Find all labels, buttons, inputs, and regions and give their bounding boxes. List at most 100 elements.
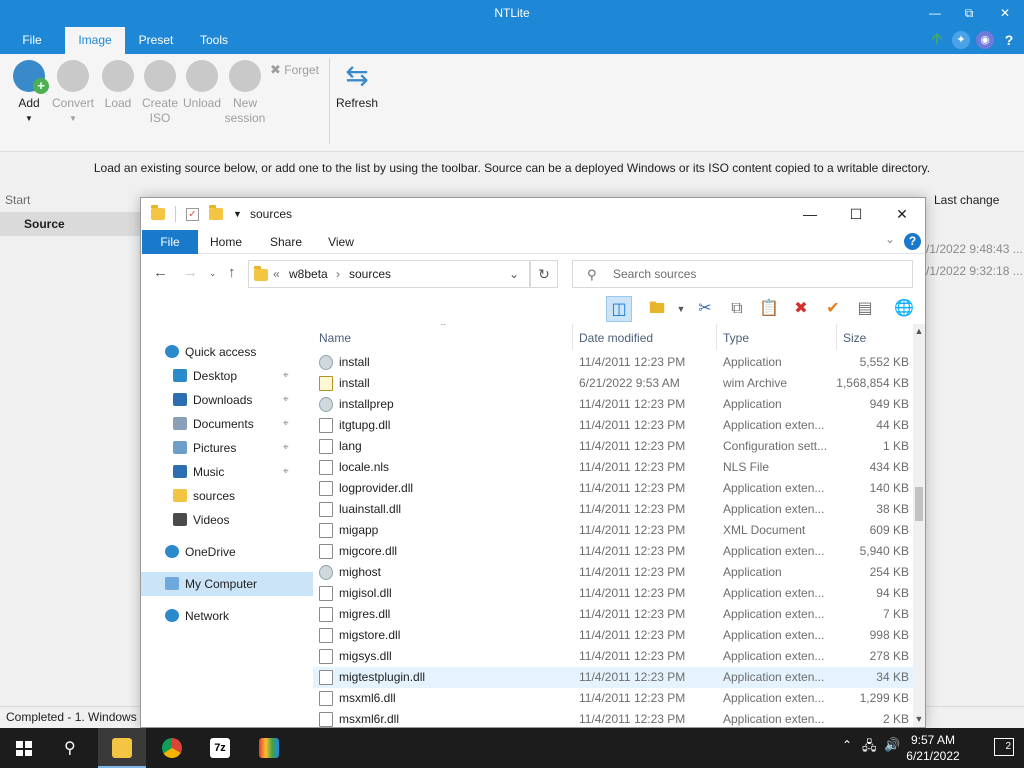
discord-icon[interactable]: ◉ bbox=[976, 31, 994, 49]
column-divider[interactable] bbox=[836, 324, 837, 350]
file-row[interactable]: installprep 11/4/2011 12:23 PM Application… bbox=[313, 394, 913, 415]
tab-file[interactable]: File bbox=[12, 27, 52, 54]
explorer-refresh-button[interactable]: ↻ bbox=[530, 260, 558, 288]
nav-item-documents[interactable]: Documents ⌖ bbox=[141, 412, 313, 436]
explorer-close-button[interactable]: ✕ bbox=[879, 198, 925, 230]
nav-item-pictures[interactable]: Pictures ⌖ bbox=[141, 436, 313, 460]
forward-arrow-icon[interactable]: → bbox=[183, 264, 198, 281]
properties-icon[interactable]: ✓ bbox=[186, 207, 199, 221]
nav-item-onedrive[interactable]: OneDrive bbox=[141, 540, 313, 564]
column-name[interactable]: Name bbox=[319, 331, 351, 345]
folder-options-dropdown-icon[interactable]: ▼ bbox=[668, 296, 694, 322]
show-hidden-icons-icon[interactable]: ⌃ bbox=[842, 738, 852, 752]
taskbar-7zip[interactable]: 7z bbox=[196, 728, 244, 768]
network-icon[interactable]: 🖧 bbox=[862, 737, 877, 759]
file-row[interactable]: migcore.dll 11/4/2011 12:23 PM Application… bbox=[313, 541, 913, 562]
nav-item-desktop[interactable]: Desktop ⌖ bbox=[141, 364, 313, 388]
paste-icon[interactable]: 📋 bbox=[756, 296, 782, 322]
unload-button[interactable]: Unload bbox=[180, 60, 224, 111]
file-row[interactable]: msxml6r.dll 11/4/2011 12:23 PM Application… bbox=[313, 709, 913, 727]
properties-toolbar-icon[interactable]: ▤ bbox=[852, 296, 878, 322]
file-row[interactable]: migsys.dll 11/4/2011 12:23 PM Application … bbox=[313, 646, 913, 667]
back-arrow-icon[interactable]: ← bbox=[153, 264, 168, 281]
nav-item-music[interactable]: Music ⌖ bbox=[141, 460, 313, 484]
column-date-modified[interactable]: Date modified bbox=[579, 331, 653, 345]
breadcrumb-sources[interactable]: sources bbox=[349, 261, 391, 287]
nav-item-videos[interactable]: Videos bbox=[141, 508, 313, 532]
help-icon[interactable]: ? bbox=[1000, 31, 1018, 49]
taskbar-file-explorer[interactable] bbox=[98, 728, 146, 768]
breadcrumb-w8beta[interactable]: w8beta bbox=[289, 261, 328, 287]
close-button[interactable]: ✕ bbox=[988, 0, 1022, 26]
globe-icon[interactable]: 🌐 bbox=[891, 296, 917, 322]
taskbar-ntlite[interactable] bbox=[245, 728, 293, 768]
file-row[interactable]: itgtupg.dll 11/4/2011 12:23 PM Application… bbox=[313, 415, 913, 436]
file-row[interactable]: migisol.dll 11/4/2011 12:23 PM Application… bbox=[313, 583, 913, 604]
up-arrow-icon[interactable]: ↑ bbox=[228, 264, 236, 281]
file-row[interactable]: luainstall.dll 11/4/2011 12:23 PM Applicat… bbox=[313, 499, 913, 520]
clock[interactable]: 9:57 AM 6/21/2022 bbox=[900, 732, 966, 764]
copy-icon[interactable]: ⧉ bbox=[724, 296, 750, 322]
nav-item-network[interactable]: Network bbox=[141, 604, 313, 628]
file-row[interactable]: migres.dll 11/4/2011 12:23 PM Application … bbox=[313, 604, 913, 625]
column-divider[interactable] bbox=[716, 324, 717, 350]
convert-button[interactable]: Convert ▼ bbox=[51, 60, 95, 126]
volume-icon[interactable]: 🔊 bbox=[884, 737, 900, 753]
scroll-up-icon[interactable]: ▲ bbox=[913, 326, 925, 336]
twitter-icon[interactable]: ✦ bbox=[952, 31, 970, 49]
vertical-scrollbar[interactable]: ▲ ▼ bbox=[913, 324, 925, 727]
overflow-chevron-icon[interactable]: « bbox=[273, 261, 280, 287]
cut-icon[interactable]: ✂ bbox=[692, 296, 718, 322]
notification-center-icon[interactable]: 2 bbox=[994, 738, 1014, 756]
column-divider[interactable] bbox=[572, 324, 573, 350]
folder-options-icon[interactable]: 🖿 bbox=[644, 296, 670, 322]
explorer-help-icon[interactable]: ? bbox=[904, 233, 921, 250]
explorer-minimize-button[interactable]: — bbox=[787, 198, 833, 230]
load-button[interactable]: Load bbox=[96, 60, 140, 111]
navigation-pane-icon[interactable]: ◫ bbox=[606, 296, 632, 322]
explorer-tab-view[interactable]: View bbox=[319, 230, 363, 254]
nav-item-my-computer[interactable]: My Computer bbox=[141, 572, 313, 596]
restore-button[interactable]: ⧉ bbox=[952, 0, 986, 26]
source-group-label[interactable]: Source bbox=[0, 212, 140, 236]
start-button[interactable] bbox=[0, 728, 48, 768]
search-input[interactable]: ⚲ Search sources bbox=[572, 260, 913, 288]
taskbar-chrome[interactable] bbox=[148, 728, 196, 768]
new-folder-icon[interactable] bbox=[209, 205, 223, 220]
column-size[interactable]: Size bbox=[843, 331, 866, 345]
file-row[interactable]: logprovider.dll 11/4/2011 12:23 PM Applica… bbox=[313, 478, 913, 499]
nav-item-quick-access[interactable]: Quick access bbox=[141, 340, 313, 364]
file-row[interactable]: msxml6.dll 11/4/2011 12:23 PM Application … bbox=[313, 688, 913, 709]
file-row[interactable]: migtestplugin.dll 11/4/2011 12:23 PM Appli… bbox=[313, 667, 913, 688]
file-row[interactable]: install 6/21/2022 9:53 AM wim Archive 1,568… bbox=[313, 373, 913, 394]
explorer-tab-file[interactable]: File bbox=[142, 230, 198, 254]
address-dropdown-icon[interactable]: ⌄ bbox=[509, 261, 519, 287]
rename-check-icon[interactable]: ✔ bbox=[820, 296, 846, 322]
pin-icon[interactable]: ⌖ bbox=[283, 364, 289, 388]
search-taskbar-button[interactable]: ⚲ bbox=[48, 728, 96, 768]
file-row[interactable]: mighost 11/4/2011 12:23 PM Application 254 … bbox=[313, 562, 913, 583]
tab-tools[interactable]: Tools bbox=[190, 27, 238, 54]
minimize-button[interactable]: — bbox=[918, 0, 952, 26]
scrollbar-thumb[interactable] bbox=[915, 487, 923, 521]
pin-icon[interactable]: ⌖ bbox=[283, 388, 289, 412]
create-iso-button[interactable]: Create ISO bbox=[138, 60, 182, 126]
file-row[interactable]: install 11/4/2011 12:23 PM Application 5,55… bbox=[313, 352, 913, 373]
delete-icon[interactable]: ✖ bbox=[788, 296, 814, 322]
file-row[interactable]: locale.nls 11/4/2011 12:23 PM NLS File 434 … bbox=[313, 457, 913, 478]
column-last-change[interactable]: Last change bbox=[934, 193, 1024, 207]
update-arrow-icon[interactable]: 🡩 bbox=[928, 31, 946, 49]
qat-dropdown-icon[interactable]: ▼ bbox=[233, 209, 242, 219]
file-row[interactable]: migapp 11/4/2011 12:23 PM XML Document 609 … bbox=[313, 520, 913, 541]
file-row[interactable]: lang 11/4/2011 12:23 PM Configuration sett… bbox=[313, 436, 913, 457]
expand-ribbon-icon[interactable]: ⌄ bbox=[885, 232, 895, 246]
address-bar[interactable]: « w8beta › sources ⌄ bbox=[248, 260, 530, 288]
recent-locations-icon[interactable]: ⌄ bbox=[209, 268, 217, 279]
tab-preset[interactable]: Preset bbox=[132, 27, 180, 54]
new-session-button[interactable]: New session bbox=[223, 60, 267, 126]
tab-image[interactable]: Image bbox=[65, 27, 125, 54]
explorer-maximize-button[interactable]: ☐ bbox=[833, 198, 879, 230]
file-row[interactable]: migstore.dll 11/4/2011 12:23 PM Applicatio… bbox=[313, 625, 913, 646]
explorer-tab-share[interactable]: Share bbox=[263, 230, 309, 254]
nav-item-downloads[interactable]: Downloads ⌖ bbox=[141, 388, 313, 412]
